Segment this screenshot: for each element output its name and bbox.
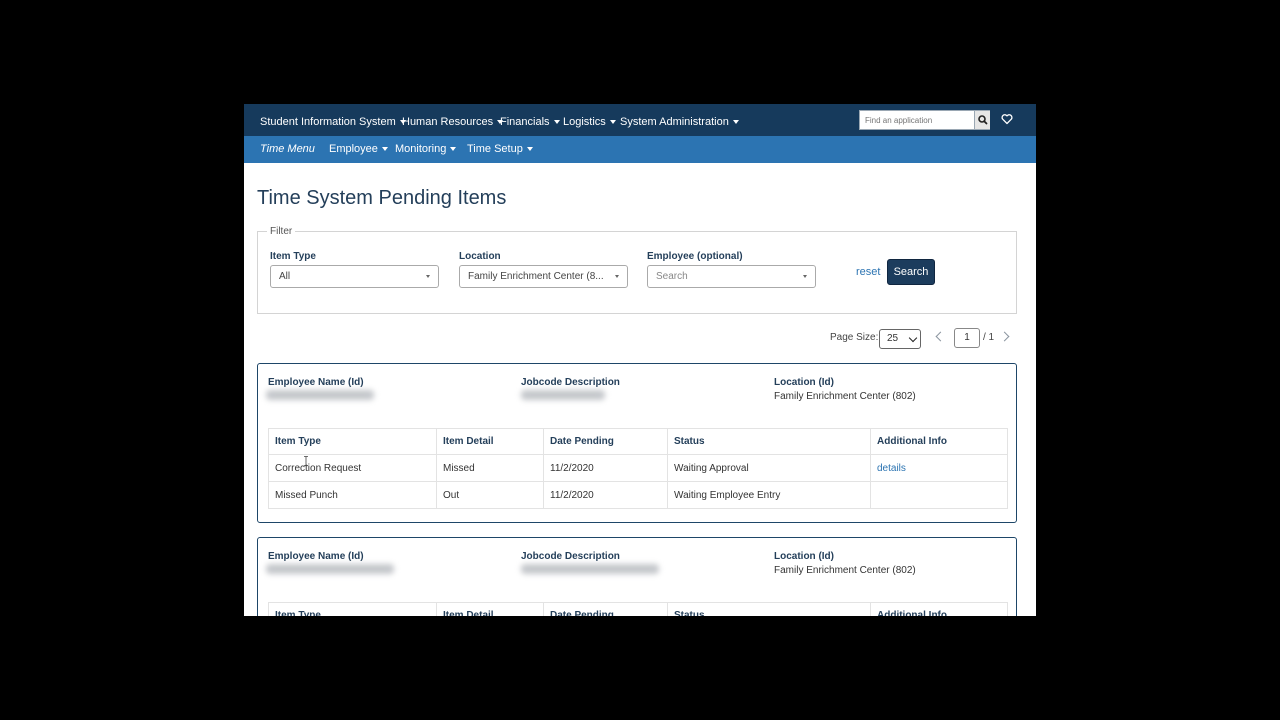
- nav-label: Financials: [500, 116, 550, 128]
- cell-status: Waiting Employee Entry: [667, 481, 871, 509]
- nav-label: Logistics: [563, 116, 606, 128]
- cell-date-pending: 11/2/2020: [543, 481, 668, 509]
- app-window: Student Information System Human Resourc…: [244, 104, 1036, 616]
- cell-item-type: Correction Request: [268, 454, 437, 482]
- sub-navbar: Time Menu Employee Monitoring Time Setup: [244, 136, 1036, 163]
- caret-down-icon: [450, 146, 457, 151]
- filter-panel: Filter Item Type All Location Family Enr…: [257, 226, 1017, 314]
- app-search-input[interactable]: [860, 111, 973, 129]
- page-size-select[interactable]: 25: [879, 329, 921, 349]
- location-id-value: Family Enrichment Center (802): [774, 565, 916, 576]
- item-type-value: All: [279, 271, 291, 282]
- top-navbar: Student Information System Human Resourc…: [244, 104, 1036, 136]
- dropdown-arrow-icon: [426, 275, 430, 278]
- subnav-time-setup[interactable]: Time Setup: [467, 136, 533, 163]
- col-item-detail: Item Detail: [436, 428, 544, 455]
- pending-item-card: Employee Name (Id) Jobcode Description L…: [257, 537, 1017, 616]
- app-search: [859, 110, 990, 130]
- table-row: Correction Request Missed 11/2/2020 Wait…: [268, 454, 1008, 482]
- subnav-label: Monitoring: [395, 143, 447, 155]
- location-select[interactable]: Family Enrichment Center (8...: [459, 265, 628, 288]
- cell-item-detail: Out: [436, 481, 544, 509]
- nav-human-resources[interactable]: Human Resources: [402, 104, 504, 136]
- jobcode-label: Jobcode Description: [521, 551, 620, 562]
- filter-legend: Filter: [267, 226, 296, 237]
- employee-select[interactable]: Search: [647, 265, 816, 288]
- pending-item-card: Employee Name (Id) Jobcode Description L…: [257, 363, 1017, 523]
- col-additional-info: Additional Info: [870, 428, 1008, 455]
- redacted-employee-name: [266, 564, 394, 574]
- heart-icon[interactable]: [1001, 113, 1013, 125]
- caret-down-icon: [732, 119, 739, 124]
- nav-logistics[interactable]: Logistics: [563, 104, 616, 136]
- location-id-label: Location (Id): [774, 377, 834, 388]
- employee-label: Employee (optional): [647, 251, 743, 262]
- text-cursor-icon: [304, 456, 308, 466]
- col-date-pending: Date Pending: [543, 602, 668, 616]
- app-search-button[interactable]: [974, 111, 990, 129]
- caret-down-icon: [526, 146, 533, 151]
- cell-additional-info: details: [870, 454, 1008, 482]
- dropdown-arrow-icon: [803, 275, 807, 278]
- redacted-employee-name: [266, 390, 374, 400]
- employee-placeholder: Search: [656, 271, 688, 282]
- cell-item-detail: Missed: [436, 454, 544, 482]
- col-status: Status: [667, 602, 871, 616]
- cell-date-pending: 11/2/2020: [543, 454, 668, 482]
- location-value: Family Enrichment Center (8...: [468, 271, 604, 282]
- col-status: Status: [667, 428, 871, 455]
- nav-label: System Administration: [620, 116, 729, 128]
- page-size-value: 25: [887, 333, 899, 344]
- dropdown-arrow-icon: [615, 275, 619, 278]
- caret-down-icon: [609, 119, 616, 124]
- col-item-detail: Item Detail: [436, 602, 544, 616]
- page-size-label: Page Size:: [830, 332, 879, 343]
- table-row: Missed Punch Out 11/2/2020 Waiting Emplo…: [268, 481, 1008, 509]
- col-item-type: Item Type: [268, 602, 437, 616]
- caret-down-icon: [381, 146, 388, 151]
- jobcode-label: Jobcode Description: [521, 377, 620, 388]
- cell-item-type: Missed Punch: [268, 481, 437, 509]
- nav-system-administration[interactable]: System Administration: [620, 104, 739, 136]
- redacted-jobcode: [521, 564, 659, 574]
- redacted-jobcode: [521, 390, 605, 400]
- subnav-label: Employee: [329, 143, 378, 155]
- nav-student-information-system[interactable]: Student Information System: [260, 104, 406, 136]
- subnav-monitoring[interactable]: Monitoring: [395, 136, 457, 163]
- location-label: Location: [459, 251, 501, 262]
- nav-label: Human Resources: [402, 116, 494, 128]
- next-page-icon[interactable]: [999, 331, 1010, 342]
- items-table: Item Type Item Detail Date Pending Statu…: [268, 602, 1008, 616]
- location-id-value: Family Enrichment Center (802): [774, 391, 916, 402]
- caret-down-icon: [553, 119, 560, 124]
- page-number-input[interactable]: 1: [954, 328, 980, 348]
- employee-name-label: Employee Name (Id): [268, 377, 364, 388]
- nav-financials[interactable]: Financials: [500, 104, 560, 136]
- reset-link[interactable]: reset: [856, 266, 880, 278]
- chevron-down-icon: [908, 333, 918, 343]
- item-type-label: Item Type: [270, 251, 316, 262]
- time-menu-brand: Time Menu: [260, 143, 315, 155]
- subnav-employee[interactable]: Employee: [329, 136, 388, 163]
- employee-name-label: Employee Name (Id): [268, 551, 364, 562]
- col-date-pending: Date Pending: [543, 428, 668, 455]
- col-item-type: Item Type: [268, 428, 437, 455]
- table-header-row: Item Type Item Detail Date Pending Statu…: [268, 428, 1008, 455]
- page-total: / 1: [983, 332, 995, 343]
- location-id-label: Location (Id): [774, 551, 834, 562]
- nav-label: Student Information System: [260, 116, 396, 128]
- search-button[interactable]: Search: [887, 259, 935, 285]
- details-link[interactable]: details: [877, 463, 906, 474]
- subnav-label: Time Setup: [467, 143, 523, 155]
- table-header-row: Item Type Item Detail Date Pending Statu…: [268, 602, 1008, 616]
- cell-status: Waiting Approval: [667, 454, 871, 482]
- page-title: Time System Pending Items: [257, 187, 507, 209]
- items-table: Item Type Item Detail Date Pending Statu…: [268, 428, 1008, 509]
- col-additional-info: Additional Info: [870, 602, 1008, 616]
- prev-page-icon[interactable]: [935, 331, 946, 342]
- cell-additional-info: [870, 481, 1008, 509]
- magnifier-icon: [978, 115, 988, 125]
- item-type-select[interactable]: All: [270, 265, 439, 288]
